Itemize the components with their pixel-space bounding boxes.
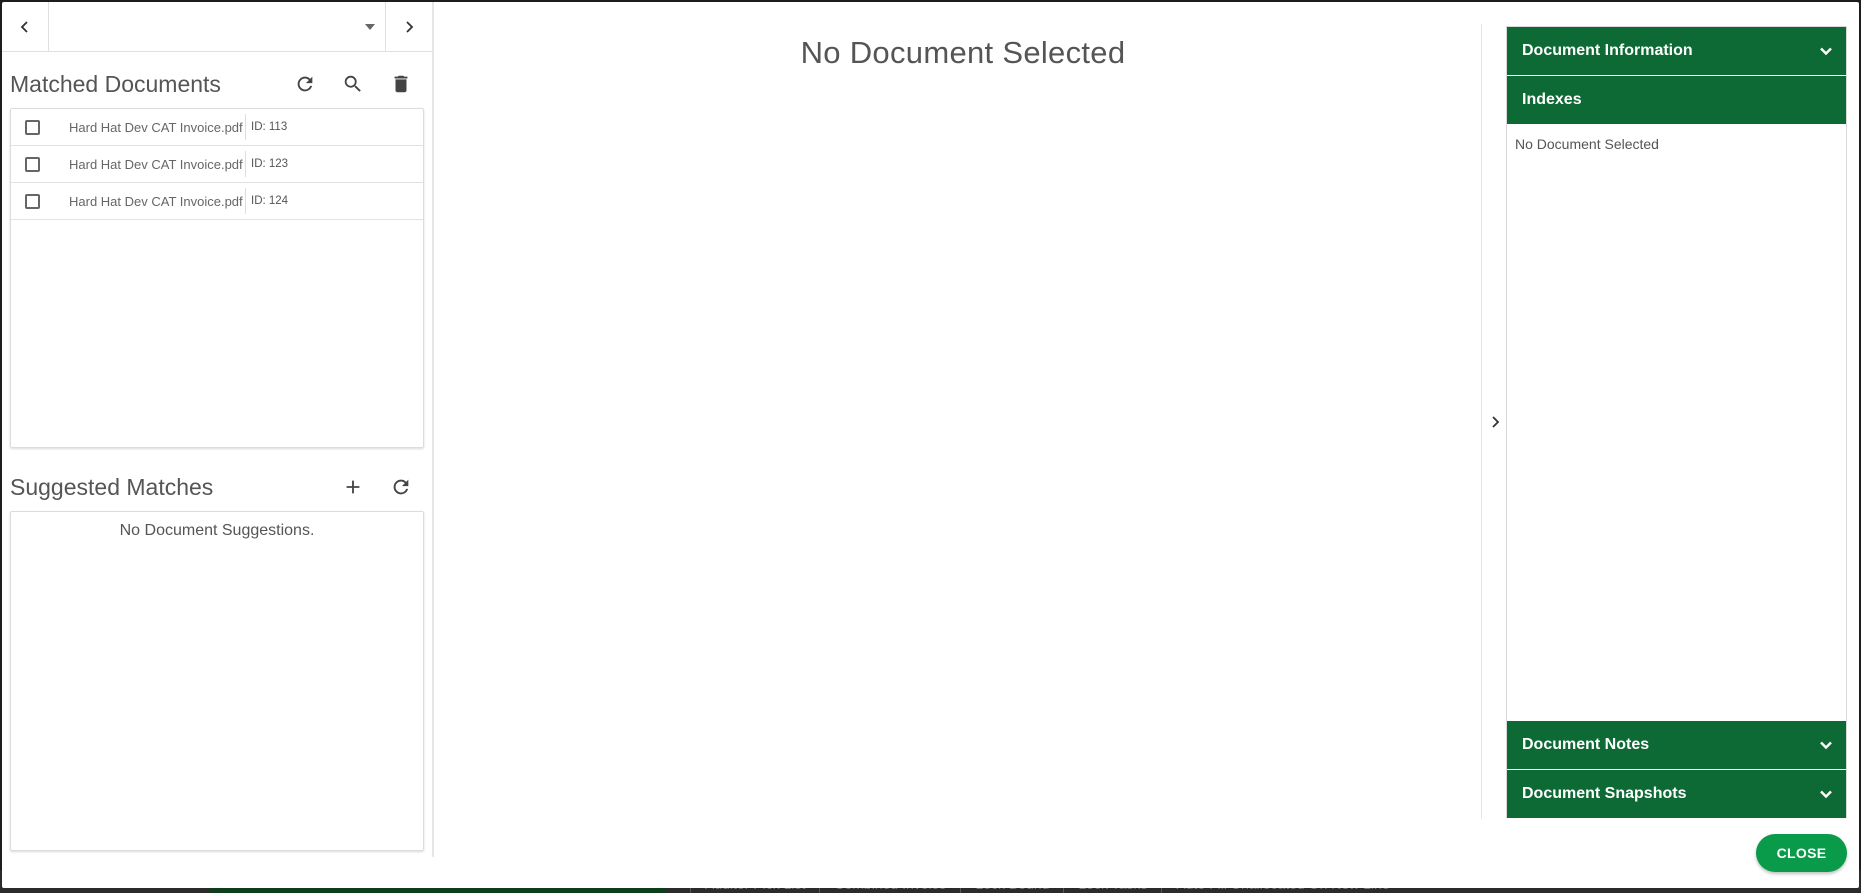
search-matched-button[interactable] bbox=[329, 64, 377, 104]
refresh-suggestions-button[interactable] bbox=[377, 467, 425, 507]
chevron-right-icon bbox=[406, 20, 414, 33]
chevron-down-icon bbox=[1806, 786, 1846, 802]
accordion-indexes[interactable]: Indexes bbox=[1507, 76, 1846, 124]
document-name: Hard Hat Dev CAT Invoice.pdf bbox=[69, 156, 243, 172]
chevron-down-icon bbox=[1806, 43, 1846, 59]
row-checkbox[interactable] bbox=[25, 156, 40, 172]
dropdown-caret-icon bbox=[365, 23, 375, 30]
accordion-document-information[interactable]: Document Information bbox=[1507, 27, 1846, 75]
refresh-icon bbox=[393, 479, 409, 495]
row-checkbox[interactable] bbox=[25, 119, 40, 135]
document-match-dialog: Matched Documents Hard Hat Dev CAT Invoi… bbox=[2, 1, 1859, 888]
empty-state-text: No Document Suggestions. bbox=[119, 522, 315, 539]
document-details-panel: Document Information Indexes No Document… bbox=[1506, 26, 1847, 818]
delete-matched-button[interactable] bbox=[377, 64, 425, 104]
viewer-title: No Document Selected bbox=[800, 35, 1126, 70]
document-id: ID: 124 bbox=[245, 188, 288, 214]
previous-button[interactable] bbox=[2, 2, 48, 52]
accordion-document-snapshots[interactable]: Document Snapshots bbox=[1507, 770, 1846, 818]
accordion-label: Document Notes bbox=[1522, 736, 1650, 753]
viewer-divider bbox=[1481, 24, 1482, 819]
table-row[interactable]: Hard Hat Dev CAT Invoice.pdf ID: 123 bbox=[11, 146, 423, 183]
document-id: ID: 113 bbox=[245, 114, 287, 140]
document-navigator bbox=[2, 1, 432, 52]
accordion-label: Document Snapshots bbox=[1522, 785, 1687, 802]
table-row[interactable]: Hard Hat Dev CAT Invoice.pdf ID: 113 bbox=[11, 109, 423, 146]
add-suggestion-button[interactable] bbox=[329, 467, 377, 507]
matched-documents-header: Matched Documents bbox=[10, 64, 425, 104]
trash-icon bbox=[394, 75, 408, 93]
suggested-matches-header: Suggested Matches bbox=[10, 467, 425, 507]
suggested-matches-title: Suggested Matches bbox=[10, 473, 214, 500]
document-id: ID: 123 bbox=[245, 151, 288, 177]
table-row[interactable]: Hard Hat Dev CAT Invoice.pdf ID: 124 bbox=[11, 183, 423, 220]
matched-documents-list: Hard Hat Dev CAT Invoice.pdf ID: 113 Har… bbox=[10, 108, 424, 448]
left-panel: Matched Documents Hard Hat Dev CAT Invoi… bbox=[2, 1, 434, 857]
refresh-icon bbox=[297, 76, 313, 92]
indexes-empty-text: No Document Selected bbox=[1515, 136, 1659, 152]
chevron-left-icon bbox=[20, 20, 28, 33]
chevron-right-icon bbox=[1492, 416, 1500, 428]
close-button[interactable]: CLOSE bbox=[1756, 834, 1847, 872]
panel-toggle-button[interactable] bbox=[1486, 410, 1506, 434]
plus-icon bbox=[346, 480, 360, 494]
row-checkbox[interactable] bbox=[25, 193, 40, 209]
refresh-matched-button[interactable] bbox=[281, 64, 329, 104]
document-name: Hard Hat Dev CAT Invoice.pdf bbox=[69, 119, 243, 135]
search-icon bbox=[344, 75, 361, 92]
document-name: Hard Hat Dev CAT Invoice.pdf bbox=[69, 193, 243, 209]
accordion-label: Indexes bbox=[1522, 91, 1582, 108]
accordion-document-notes[interactable]: Document Notes bbox=[1507, 721, 1846, 769]
suggested-matches-list: No Document Suggestions. bbox=[10, 511, 424, 851]
matched-documents-title: Matched Documents bbox=[10, 70, 221, 97]
next-button[interactable] bbox=[386, 2, 432, 52]
accordion-label: Document Information bbox=[1522, 42, 1693, 59]
document-select[interactable] bbox=[48, 1, 386, 52]
chevron-down-icon bbox=[1806, 737, 1846, 753]
